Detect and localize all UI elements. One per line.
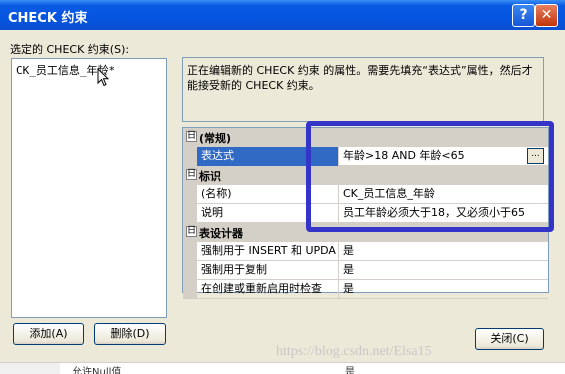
- category-name: 表设计器: [199, 227, 243, 240]
- row-gutter: [183, 261, 197, 280]
- add-button[interactable]: 添加(A): [13, 323, 84, 345]
- row-gutter: [183, 204, 197, 223]
- mouse-cursor-icon: [97, 68, 110, 87]
- category-name: (常规): [199, 132, 232, 145]
- property-row[interactable]: 在创建或重新启用时检查是: [183, 280, 548, 299]
- help-button[interactable]: ?: [512, 4, 535, 27]
- selected-constraints-label: 选定的 CHECK 约束(S):: [10, 43, 130, 56]
- delete-button[interactable]: 删除(D): [94, 323, 166, 345]
- property-row[interactable]: 强制用于 INSERT 和 UPDA 是: [183, 242, 548, 261]
- check-constraint-dialog: CHECK 约束 ? ✕ 选定的 CHECK 约束(S): CK_员工信息_年龄…: [0, 0, 565, 374]
- property-value[interactable]: 是: [340, 280, 548, 299]
- close-icon[interactable]: ✕: [535, 4, 558, 27]
- watermark: https://blog.csdn.net/Elsa15: [276, 344, 432, 359]
- row-gutter: [183, 242, 197, 261]
- collapse-toggle-icon[interactable]: 日: [186, 226, 197, 237]
- background-table-strip: 允许Null值 是: [0, 362, 565, 374]
- highlight-annotation-box: [306, 121, 554, 232]
- window-title: CHECK 约束: [8, 11, 88, 26]
- description-text: 正在编辑新的 CHECK 约束 的属性。需要先填充“表达式”属性，然后才能接受新…: [182, 57, 544, 122]
- allow-null-label: 允许Null值: [72, 367, 122, 374]
- collapse-toggle-icon[interactable]: 日: [186, 131, 197, 142]
- property-name: 强制用于 INSERT 和 UPDA: [197, 242, 339, 261]
- close-button[interactable]: 关闭(C): [475, 328, 544, 350]
- property-value[interactable]: 是: [340, 261, 548, 280]
- collapse-toggle-icon[interactable]: 日: [186, 169, 197, 180]
- row-header-block: [0, 363, 60, 374]
- property-name: 在创建或重新启用时检查: [197, 280, 339, 299]
- row-gutter: [183, 185, 197, 204]
- property-value[interactable]: 是: [340, 242, 548, 261]
- constraints-listbox[interactable]: CK_员工信息_年龄*: [11, 58, 167, 318]
- title-bar: CHECK 约束 ? ✕: [0, 0, 565, 30]
- property-name: 强制用于复制: [197, 261, 339, 280]
- row-gutter: [183, 280, 197, 299]
- property-row[interactable]: 强制用于复制是: [183, 261, 548, 280]
- category-name: 标识: [199, 170, 221, 183]
- row-gutter: [183, 147, 197, 166]
- allow-null-value: 是: [345, 367, 355, 374]
